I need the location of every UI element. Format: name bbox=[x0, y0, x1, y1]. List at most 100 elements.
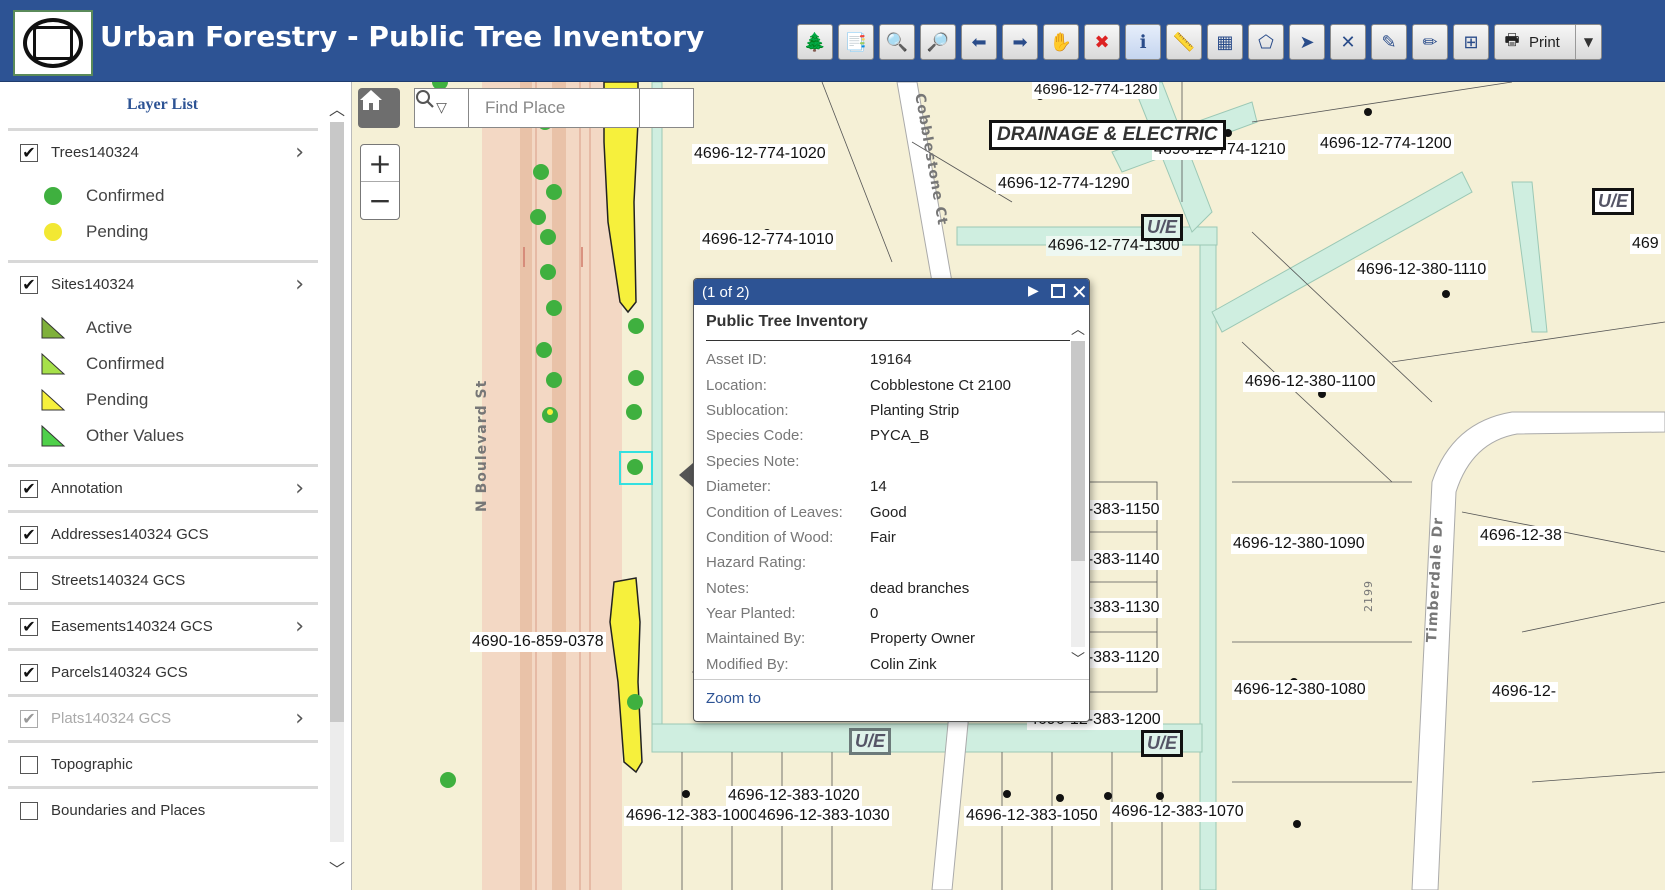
chevron-right-icon[interactable]: › bbox=[295, 614, 304, 639]
zoom-out-tool-button[interactable]: 🔎 bbox=[920, 24, 956, 60]
scroll-down-icon[interactable]: ﹀ bbox=[328, 856, 346, 879]
scroll-track[interactable] bbox=[1071, 341, 1085, 647]
zoom-in-icon: 🔍 bbox=[885, 31, 909, 53]
layer-name: Plats140324 GCS bbox=[51, 710, 172, 727]
layer-visibility-checkbox[interactable]: ✔ bbox=[20, 617, 38, 636]
layer-visibility-checkbox[interactable] bbox=[20, 571, 38, 590]
popup-title: Public Tree Inventory bbox=[706, 313, 868, 330]
find-place-input[interactable] bbox=[469, 89, 639, 127]
zoom-in-tool-button[interactable]: 🔍 bbox=[879, 24, 915, 60]
tree-icon: 🌲 bbox=[803, 31, 827, 53]
layer-list-panel: Layer List ✔ Trees140324 › Confirmed Pending… bbox=[0, 82, 352, 890]
layer-visibility-checkbox[interactable]: ✔ bbox=[20, 143, 38, 162]
zoom-out-button[interactable]: − bbox=[361, 182, 399, 219]
layer-visibility-checkbox[interactable] bbox=[20, 801, 38, 820]
back-arrow-tool-button[interactable]: ⬅ bbox=[961, 24, 997, 60]
chevron-right-icon[interactable]: › bbox=[295, 272, 304, 297]
home-icon bbox=[360, 90, 382, 110]
popup-pointer bbox=[679, 463, 693, 487]
legend-label: Pending bbox=[86, 222, 149, 241]
home-button[interactable] bbox=[358, 88, 400, 128]
drainage-electric-annotation: DRAINAGE & ELECTRIC bbox=[989, 120, 1226, 150]
parcel-label: 4696-12-774-1020 bbox=[692, 144, 828, 164]
street-label-n-boulevard: N Boulevard St bbox=[474, 379, 490, 512]
ue-easement-annotation: U/E bbox=[1592, 188, 1635, 215]
attribute-value: Good bbox=[870, 503, 907, 521]
identify-info-tool-button[interactable]: ℹ bbox=[1125, 24, 1161, 60]
layer-row[interactable]: Streets140324 GCS bbox=[8, 556, 318, 602]
map-view[interactable]: N Boulevard St Cobblestone Ct Timberdale… bbox=[352, 82, 1665, 890]
close-icon[interactable]: ✕ bbox=[1071, 280, 1088, 304]
attribute-value: 19164 bbox=[870, 351, 912, 369]
chevron-right-icon[interactable]: › bbox=[295, 140, 304, 165]
layer-visibility-checkbox[interactable]: ✔ bbox=[20, 525, 38, 544]
layer-row[interactable]: ✔ Easements140324 GCS › bbox=[8, 602, 318, 648]
layer-row[interactable]: ✔ Sites140324 › bbox=[8, 260, 318, 306]
parcel-label: 4696-12-774-1290 bbox=[996, 174, 1132, 194]
attribute-row: Notes: dead branches bbox=[706, 576, 1058, 601]
next-feature-icon[interactable]: ▶ bbox=[1028, 283, 1039, 299]
tree-tool-button[interactable]: 🌲 bbox=[797, 24, 833, 60]
print-dropdown-arrow-icon[interactable]: ▼ bbox=[1575, 25, 1601, 59]
scroll-up-icon[interactable]: ︿ bbox=[328, 96, 346, 119]
select-pointer-tool-button[interactable]: ➤ bbox=[1289, 24, 1325, 60]
attribute-table-tool-button[interactable]: ▦ bbox=[1207, 24, 1243, 60]
layer-list-scrollbar[interactable]: ︿ ﹀ bbox=[328, 96, 346, 886]
layer-visibility-checkbox[interactable]: ✔ bbox=[20, 663, 38, 682]
scroll-up-icon[interactable]: ︿ bbox=[1069, 319, 1087, 339]
layer-row[interactable]: ✔ Parcels140324 GCS bbox=[8, 648, 318, 694]
layer-row[interactable]: Boundaries and Places bbox=[8, 786, 318, 832]
legend-item: Confirmed bbox=[8, 178, 318, 214]
attribute-row: Asset ID: 19164 bbox=[706, 347, 1058, 372]
zoom-control: + − bbox=[360, 144, 400, 220]
forward-arrow-tool-button[interactable]: ➡ bbox=[1002, 24, 1038, 60]
print-button[interactable]: 🖶 Print ▼ bbox=[1494, 24, 1602, 60]
select-polygon-tool-button[interactable]: ⬠ bbox=[1248, 24, 1284, 60]
layer-row[interactable]: ✔ Trees140324 › bbox=[8, 128, 318, 174]
scroll-down-icon[interactable]: ﹀ bbox=[1069, 649, 1087, 669]
bookmark-tool-button[interactable]: 📑 bbox=[838, 24, 874, 60]
layer-row[interactable]: Topographic bbox=[8, 740, 318, 786]
layer-visibility-checkbox[interactable]: ✔ bbox=[20, 479, 38, 498]
edit-pencil-icon: ✎ bbox=[1381, 31, 1397, 53]
legend-item: Other Values bbox=[8, 418, 318, 454]
legend-label: Pending bbox=[86, 390, 149, 409]
layer-name: Annotation bbox=[51, 480, 123, 497]
pan-hand-tool-button[interactable]: ✋ bbox=[1043, 24, 1079, 60]
attribute-value: Cobblestone Ct 2100 bbox=[870, 376, 1011, 394]
clear-red-x-tool-button[interactable]: ✖ bbox=[1084, 24, 1120, 60]
clear-selection-tool-button[interactable]: ✕ bbox=[1330, 24, 1366, 60]
attribute-row: Species Code: PYCA_B bbox=[706, 423, 1058, 448]
attribute-key: Notes: bbox=[706, 579, 750, 597]
attribute-key: Condition of Leaves: bbox=[706, 503, 843, 521]
layer-row[interactable]: ✔ Addresses140324 GCS bbox=[8, 510, 318, 556]
zoom-to-link[interactable]: Zoom to bbox=[706, 690, 761, 707]
zoom-in-button[interactable]: + bbox=[361, 145, 399, 182]
attribute-key: Diameter: bbox=[706, 478, 772, 496]
add-feature-tool-button[interactable]: ⊞ bbox=[1453, 24, 1489, 60]
measure-tool-button[interactable]: 📏 bbox=[1166, 24, 1202, 60]
layer-row[interactable]: ✔ Plats140324 GCS › bbox=[8, 694, 318, 740]
layer-row[interactable]: ✔ Annotation › bbox=[8, 464, 318, 510]
chevron-right-icon[interactable]: › bbox=[295, 706, 304, 731]
parcel-label: 4696-12-383-1050 bbox=[964, 806, 1100, 826]
parcel-label: 4690-16-859-0378 bbox=[470, 632, 606, 652]
attribute-row: Sublocation: Planting Strip bbox=[706, 398, 1058, 423]
edit-pencil-2-tool-button[interactable]: ✏ bbox=[1412, 24, 1448, 60]
layer-visibility-checkbox[interactable]: ✔ bbox=[20, 275, 38, 294]
scroll-thumb[interactable] bbox=[330, 122, 344, 722]
search-icon bbox=[416, 90, 434, 108]
edit-pencil-tool-button[interactable]: ✎ bbox=[1371, 24, 1407, 60]
maximize-icon[interactable] bbox=[1051, 284, 1065, 298]
popup-scrollbar[interactable]: ︿ ﹀ bbox=[1069, 319, 1087, 669]
scroll-thumb[interactable] bbox=[1071, 341, 1085, 561]
site-polygon-icon bbox=[40, 387, 66, 413]
chevron-right-icon[interactable]: › bbox=[295, 476, 304, 501]
layer-visibility-checkbox[interactable] bbox=[20, 755, 38, 774]
layer-visibility-checkbox[interactable]: ✔ bbox=[20, 709, 38, 728]
parcel-label: 4696-12-774-1280 bbox=[1032, 82, 1160, 99]
popup-attributes: Asset ID: 19164 Location: Cobblestone Ct 21… bbox=[706, 347, 1058, 677]
add-feature-icon: ⊞ bbox=[1463, 31, 1479, 53]
search-button[interactable] bbox=[416, 89, 693, 127]
scroll-track[interactable] bbox=[330, 122, 344, 842]
